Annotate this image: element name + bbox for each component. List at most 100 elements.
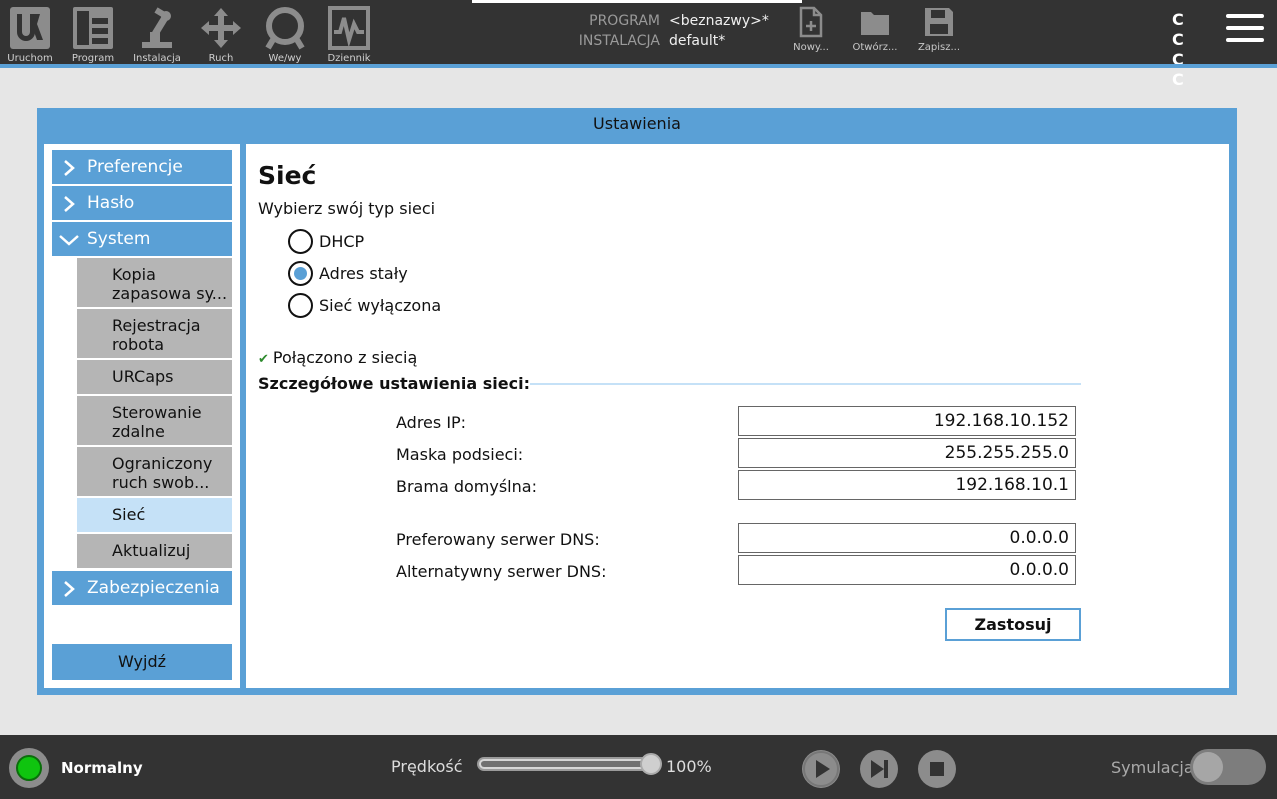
new-program-label: Nowy... [793,42,829,53]
sidebar-item-label: Hasło [87,193,135,213]
save-disk-icon [925,8,953,36]
sidebar-item-backup[interactable]: Kopia zapasowa sy... [77,258,232,307]
sidebar-item-password[interactable]: Hasło [52,186,232,220]
sidebar-item-system[interactable]: System [52,222,232,256]
subnet-mask-label: Maska podsieci: [396,445,524,464]
move-arrows-icon [201,8,241,48]
folder-icon [861,12,889,35]
connection-status: ✔ Połączono z siecią [258,348,417,367]
radio-button[interactable] [288,229,313,254]
radio-button[interactable] [288,261,313,286]
ip-address-label: Adres IP: [396,413,467,432]
nav-move-button[interactable]: Ruch [191,4,251,64]
io-icon [265,7,305,50]
radio-label: Adres stały [319,264,408,283]
open-program-label: Otwórz... [852,42,898,53]
speed-slider[interactable] [477,757,661,771]
open-program-button[interactable]: Otwórz... [847,6,903,62]
program-name: <beznazwy>* [669,13,769,29]
power-button[interactable] [9,748,49,788]
chevron-right-icon [64,160,75,176]
simulation-toggle[interactable] [1190,749,1266,785]
radio-label: DHCP [319,232,365,251]
default-gateway-label: Brama domyślna: [396,477,537,496]
apply-button[interactable]: Zastosuj [945,608,1081,641]
speed-value: 100% [666,757,712,776]
nav-log-label: Dziennik [327,53,371,64]
status-footer: Normalny Prędkość 100% Symulacja [0,735,1277,799]
dialog-title: Ustawienia [593,114,681,133]
connection-status-text: Połączono z siecią [272,348,418,367]
new-program-button[interactable]: Nowy... [783,6,839,62]
log-waveform-icon [328,6,370,50]
network-type-label: Wybierz swój typ sieci [258,199,436,218]
sidebar-item-remote-control[interactable]: Sterowanie zdalne [77,396,232,445]
nav-run-label: Uruchom [7,53,53,64]
alternate-dns-label: Alternatywny serwer DNS: [396,562,607,581]
robot-mode-label: Normalny [61,759,143,777]
program-tree-icon [73,7,113,49]
robot-status-led [16,755,42,781]
section-divider [530,383,1081,385]
details-section-header: Szczegółowe ustawienia sieci: [258,374,531,393]
step-button[interactable] [860,750,898,788]
page-title: Sieć [258,161,317,190]
toolbar-accent-line [0,64,1277,68]
subnet-mask-field[interactable] [738,438,1076,468]
stop-icon [930,762,944,776]
top-tab-strip [472,0,802,3]
sidebar-item-urcaps[interactable]: URCaps [77,360,232,394]
nav-move-label: Ruch [208,53,234,64]
sidebar-item-label: System [87,229,151,249]
alternate-dns-field[interactable] [738,555,1076,585]
play-icon [803,751,839,787]
dialog-divider [240,144,246,688]
speed-slider-fill [481,761,657,767]
ip-address-field[interactable] [738,406,1076,436]
preferred-dns-label: Preferowany serwer DNS: [396,530,600,549]
dialog-body: Preferencje Hasło System Kopia zapasowa … [44,144,1229,688]
step-forward-icon [871,760,888,778]
chevron-down-icon [59,235,79,246]
chevron-right-icon [64,581,75,597]
nav-io-label: We/wy [268,53,302,64]
chevron-right-icon [64,196,75,212]
nav-program-button[interactable]: Program [63,4,123,64]
program-key: PROGRAM [589,13,660,29]
robot-arm-icon [142,7,172,48]
radio-selected-dot [294,267,307,280]
nav-log-button[interactable]: Dziennik [319,4,379,64]
installation-key: INSTALACJA [578,33,660,49]
nav-installation-label: Instalacja [133,53,181,64]
installation-name: default* [669,33,726,49]
sidebar-item-label: Preferencje [87,157,183,177]
simulation-label: Symulacja [1111,758,1194,777]
checkmark-icon: ✔ [258,352,269,367]
speed-label: Prędkość [391,757,463,776]
sidebar-item-label: Zabezpieczenia [87,578,220,598]
hamburger-menu-icon[interactable] [1226,14,1264,48]
sidebar-item-network[interactable]: Sieć [77,498,232,532]
save-program-button[interactable]: Zapisz... [911,6,967,62]
sidebar-item-constrained-freedrive[interactable]: Ograniczony ruch swob... [77,447,232,496]
settings-dialog: Ustawienia Preferencje Hasło System Kopi… [37,108,1237,695]
connection-status-glyphs: C C C C [1172,10,1192,89]
simulation-toggle-knob [1193,752,1223,782]
save-program-label: Zapisz... [917,42,961,53]
exit-button[interactable]: Wyjdź [52,644,232,680]
speed-slider-handle[interactable] [640,753,662,775]
sidebar-item-security[interactable]: Zabezpieczenia [52,571,232,605]
top-toolbar: Uruchom Program Instalacja Ruch We/wy Dz… [0,0,1277,89]
nav-io-button[interactable]: We/wy [255,4,315,64]
sidebar-item-robot-registration[interactable]: Rejestracja robota [77,309,232,358]
stop-button[interactable] [918,750,956,788]
sidebar-item-update[interactable]: Aktualizuj [77,534,232,568]
default-gateway-field[interactable] [738,470,1076,500]
network-settings-panel: Sieć Wybierz swój typ sieci DHCP Adres s… [250,144,1229,688]
sidebar-item-preferences[interactable]: Preferencje [52,150,232,184]
play-button[interactable] [802,750,840,788]
radio-button[interactable] [288,293,313,318]
preferred-dns-field[interactable] [738,523,1076,553]
nav-installation-button[interactable]: Instalacja [127,4,187,64]
nav-run-button[interactable]: Uruchom [0,4,60,64]
